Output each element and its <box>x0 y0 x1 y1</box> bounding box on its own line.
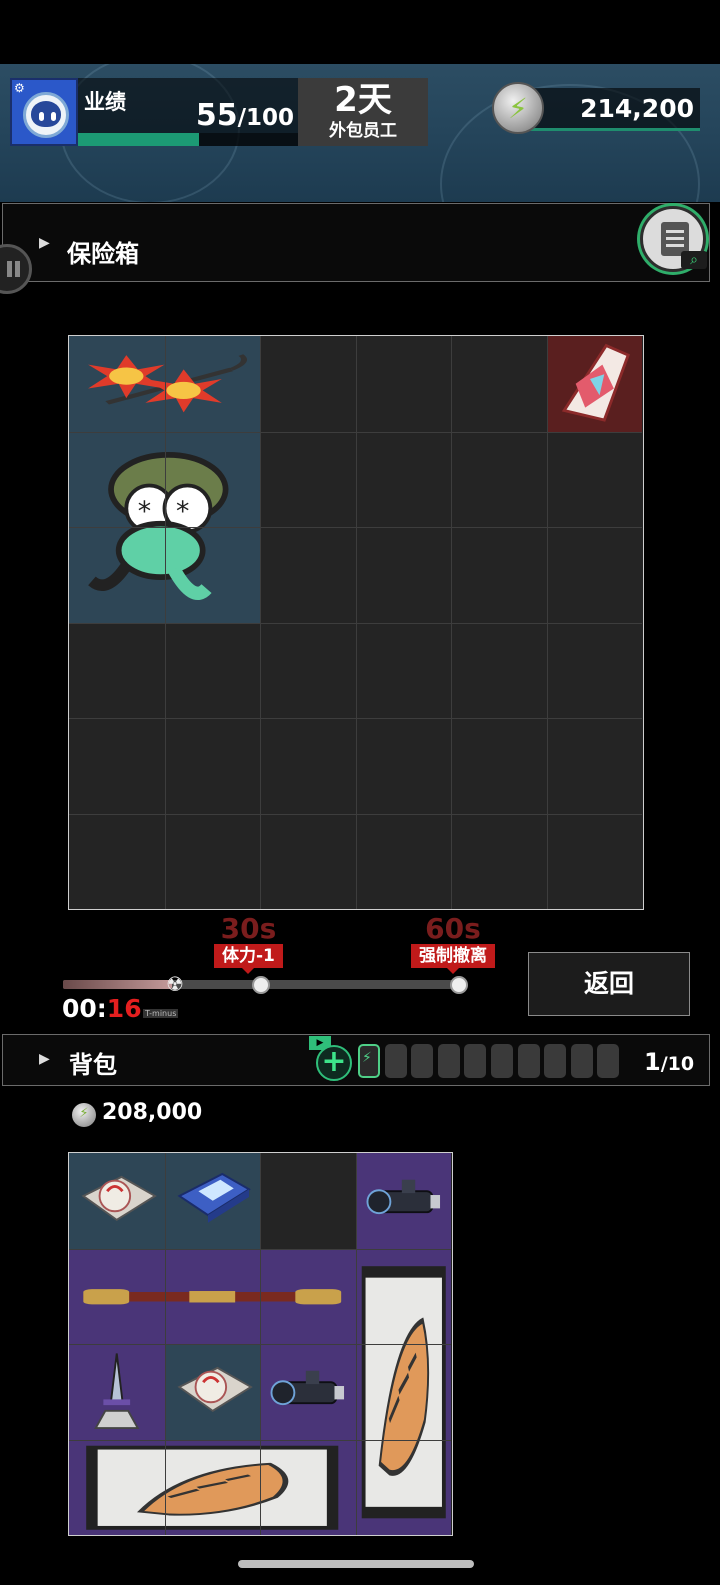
tiger-scroll-icon <box>361 1265 446 1518</box>
sword-statue-item[interactable] <box>69 1344 165 1440</box>
performance-panel: 业绩 55/100 <box>78 78 298 146</box>
stamina-penalty-tag: 体力-1 <box>214 944 283 968</box>
tiger-scroll-horizontal-item[interactable] <box>69 1439 356 1535</box>
grid-line <box>69 813 642 815</box>
bag-title: 背包 <box>69 1051 117 1079</box>
add-battery-button[interactable]: + <box>316 1045 352 1081</box>
energy-coin-icon: ⚡ <box>72 1103 96 1127</box>
days-value: 2天 <box>334 80 392 120</box>
safe-section-header[interactable]: ▶ 保险箱 <box>2 203 710 282</box>
gift-box-icon <box>81 1175 157 1221</box>
t-minus-label: T-minus <box>143 1009 179 1018</box>
battery-charged-icon <box>358 1044 380 1078</box>
marker-60s: 60s 强制撤离 <box>411 914 495 968</box>
handheld-device-icon <box>176 1172 251 1223</box>
home-indicator[interactable] <box>238 1560 474 1568</box>
gear-icon[interactable]: ⚙ <box>14 81 25 95</box>
grid-line <box>69 1248 451 1250</box>
robot-face-icon <box>23 92 69 138</box>
performance-bar-fill <box>78 133 199 146</box>
bag-money-value: 208,000 <box>102 1100 203 1125</box>
battery-empty-icon <box>437 1044 460 1078</box>
gift-box-icon <box>176 1366 253 1412</box>
rifle-scope-icon <box>366 1179 440 1215</box>
battery-empty-icon <box>544 1044 567 1078</box>
elapsed-timer: 00:16 <box>62 994 142 1023</box>
sword-statue-icon <box>94 1353 140 1429</box>
tiger-scroll-icon <box>86 1445 339 1530</box>
status-bar <box>0 0 720 64</box>
grid-line <box>69 431 642 433</box>
employee-type-label: 外包员工 <box>329 121 397 141</box>
performance-value: 55/100 <box>195 98 294 133</box>
battery-empty-icon <box>597 1044 620 1078</box>
expand-triangle-icon: ▶ <box>39 235 50 251</box>
svg-text:*: * <box>176 495 189 526</box>
gift-box-item[interactable] <box>69 1153 165 1249</box>
days-panel: 2天 外包员工 <box>298 78 428 146</box>
golden-staff-item[interactable] <box>69 1248 356 1344</box>
forced-evacuation-tag: 强制撤离 <box>411 944 495 968</box>
battery-empty-icon <box>384 1044 407 1078</box>
search-icon: ⌕ <box>681 251 707 269</box>
battery-empty-icon <box>517 1044 540 1078</box>
crystal-item[interactable] <box>546 336 642 432</box>
scope-item-2[interactable] <box>260 1344 356 1440</box>
marker-60s-time: 60s <box>425 912 481 945</box>
grid-line <box>69 622 642 624</box>
marker-30s: 30s 体力-1 <box>214 914 283 968</box>
performance-label: 业绩 <box>84 90 126 114</box>
rifle-scope-icon <box>270 1370 345 1406</box>
top-header: ⚙ 业绩 55/100 2天 外包员工 ⚡ 214,200 <box>0 64 720 202</box>
milestone-knob-30s <box>252 976 270 994</box>
radiation-icon: ☢ <box>166 972 184 996</box>
safe-title: 保险箱 <box>67 240 139 268</box>
battery-empty-icon <box>411 1044 434 1078</box>
evacuation-progress-fill <box>63 980 172 989</box>
handheld-device-item[interactable] <box>164 1153 260 1249</box>
currency-value: 214,200 <box>580 94 694 123</box>
inspect-clipboard-button[interactable]: ⌕ <box>640 206 707 272</box>
golden-staff-icon <box>83 1288 342 1304</box>
battery-empty-icon <box>570 1044 593 1078</box>
player-avatar[interactable]: ⚙ <box>10 78 78 146</box>
grid-line <box>69 1439 451 1441</box>
return-button[interactable]: 返回 <box>528 952 690 1016</box>
marker-30s-time: 30s <box>220 912 277 945</box>
milestone-knob-60s <box>450 976 468 994</box>
bag-grid <box>68 1152 453 1536</box>
tiger-scroll-vertical-item[interactable] <box>355 1248 451 1535</box>
battery-empty-icon <box>491 1044 513 1078</box>
gift-box-item-2[interactable] <box>164 1344 260 1440</box>
grid-line <box>69 1344 451 1345</box>
safe-grid: * * <box>68 335 644 910</box>
grid-line <box>69 718 642 719</box>
scope-item-1[interactable] <box>355 1153 451 1249</box>
energy-coin-icon: ⚡ <box>492 82 544 134</box>
battery-empty-icon <box>464 1044 487 1078</box>
grid-line <box>69 527 642 528</box>
expand-triangle-icon: ▶ <box>39 1051 50 1067</box>
prism-crystal-icon <box>561 343 630 422</box>
bag-capacity: 1/10 <box>644 1048 695 1076</box>
currency-panel: ⚡ 214,200 <box>492 82 702 134</box>
